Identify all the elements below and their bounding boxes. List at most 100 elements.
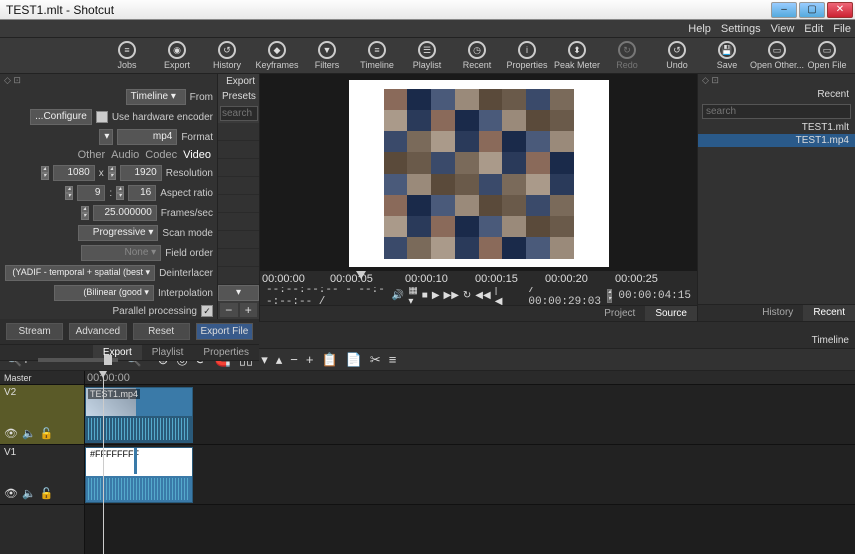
format-expand-icon[interactable] [99, 129, 113, 145]
zoom-slider[interactable] [38, 358, 118, 362]
timeline-button[interactable]: ≡Timeline [355, 40, 399, 71]
res-h-spinner[interactable]: ▴▾ [108, 166, 116, 180]
filters-button[interactable]: ▼Filters [305, 40, 349, 71]
loop-button[interactable]: ↻ [463, 290, 471, 301]
dock-handle-icon[interactable]: ◇ ⊡ [698, 74, 855, 87]
bottom-tab-playlist[interactable]: Playlist [142, 345, 194, 360]
res-w-spinner[interactable]: ▴▾ [41, 166, 49, 180]
menu-icon[interactable]: ≡ [389, 352, 397, 367]
copy-icon[interactable]: 📋 [321, 352, 337, 368]
configure-button[interactable]: ...Configure [30, 109, 92, 125]
eye-icon[interactable]: 👁 [4, 427, 18, 440]
time-ruler[interactable]: 00:00:00 00:00:05 00:00:10 00:00:15 00:0… [260, 271, 697, 286]
recent-button[interactable]: ◷Recent [455, 40, 499, 71]
recent-item[interactable]: TEST1.mp4 [698, 134, 855, 147]
presets-list[interactable] [218, 123, 259, 285]
playlist-button[interactable]: ☰Playlist [405, 40, 449, 71]
position-display[interactable]: 00:00:04:15 [618, 290, 691, 302]
prev-button[interactable]: ◀◀ [475, 290, 490, 301]
player-tab-source[interactable]: Source [645, 306, 697, 321]
deint-dropdown[interactable]: (YADIF - temporal + spatial (best [5, 265, 155, 281]
play-button[interactable]: ▶ [432, 290, 440, 301]
menu-edit[interactable]: Edit [804, 23, 823, 35]
preset-remove-button[interactable]: − [220, 303, 238, 317]
chevron-down-icon[interactable]: ▾ [261, 352, 268, 368]
track-v2[interactable]: TEST1.mp4 [85, 385, 855, 445]
volume-icon[interactable]: 🔊 [392, 290, 404, 301]
bottom-tab-history[interactable]: History [752, 305, 803, 321]
advanced-button[interactable]: Advanced [69, 323, 126, 340]
stream-button[interactable]: Stream [6, 323, 63, 340]
fps-spinner[interactable]: ▴▾ [81, 206, 89, 220]
tab-other[interactable]: Other [78, 149, 106, 161]
bottom-tab-recent[interactable]: Recent [803, 305, 855, 321]
minus-icon[interactable]: − [290, 352, 298, 367]
mute-icon[interactable]: 🔈 [22, 487, 36, 500]
clip[interactable]: TEST1.mp4 [85, 387, 193, 443]
history-button[interactable]: ↺History [205, 40, 249, 71]
preset-add-button[interactable]: + [240, 303, 258, 317]
mute-icon[interactable]: 🔈 [22, 427, 36, 440]
tab-video[interactable]: Video [183, 149, 211, 161]
recent-item[interactable]: TEST1.mlt [698, 121, 855, 134]
redo-button[interactable]: ↻Redo [605, 40, 649, 71]
properties-button[interactable]: iProperties [505, 40, 549, 71]
recent-search-input[interactable] [702, 104, 851, 119]
aspect-a-input[interactable]: 9 [77, 185, 105, 201]
bottom-tab-properties[interactable]: Properties [193, 345, 259, 360]
clip[interactable]: #FFFFFFFF [85, 447, 193, 503]
peakmeter-button[interactable]: ⬍Peak Meter [555, 40, 599, 71]
track-v1[interactable]: #FFFFFFFF [85, 445, 855, 505]
openfile-button[interactable]: ▭Open File [805, 40, 849, 71]
position-spinner[interactable]: ▴▾ [607, 289, 612, 303]
stop-button[interactable]: ■ [422, 290, 428, 301]
interp-dropdown[interactable]: (Bilinear (good [54, 285, 154, 301]
tab-codec[interactable]: Codec [145, 149, 177, 161]
save-button[interactable]: 💾Save [705, 40, 749, 71]
maximize-button[interactable]: ▢ [799, 2, 825, 18]
presets-search-input[interactable] [220, 106, 258, 121]
field-dropdown[interactable]: None [81, 245, 161, 261]
skip-start-button[interactable]: |◀ [495, 285, 503, 307]
tab-audio[interactable]: Audio [111, 149, 139, 161]
close-button[interactable]: ✕ [827, 2, 853, 18]
menu-help[interactable]: Help [688, 23, 711, 35]
res-height-input[interactable]: 1920 [120, 165, 162, 181]
timeline-ruler[interactable]: 00:00:00 [85, 371, 855, 385]
reset-button[interactable]: Reset [133, 323, 190, 340]
aspect-b-input[interactable]: 16 [128, 185, 156, 201]
master-track-header[interactable]: Master [0, 371, 84, 385]
cut-icon[interactable]: ✂ [370, 352, 381, 368]
minimize-button[interactable]: – [771, 2, 797, 18]
menu-view[interactable]: View [771, 23, 795, 35]
lock-icon[interactable]: 🔓 [40, 487, 54, 500]
openother-button[interactable]: ▭Open Other... [755, 40, 799, 71]
undo-button[interactable]: ↺Undo [655, 40, 699, 71]
jobs-button[interactable]: ≡Jobs [105, 40, 149, 71]
eye-icon[interactable]: 👁 [4, 487, 18, 500]
export-file-button[interactable]: Export File [196, 323, 253, 340]
from-dropdown[interactable]: Timeline [126, 89, 186, 105]
fps-input[interactable]: 25.000000 [93, 205, 157, 221]
menu-file[interactable]: File [833, 23, 851, 35]
parallel-checkbox[interactable]: ✓ [201, 305, 213, 317]
track-header-v1[interactable]: V1 👁🔈🔓 [0, 445, 84, 505]
timeline-playhead[interactable] [103, 371, 104, 554]
lock-icon[interactable]: 🔓 [40, 427, 54, 440]
menu-settings[interactable]: Settings [721, 23, 761, 35]
next-frame-button[interactable]: ▶▶ [444, 290, 459, 301]
paste-icon[interactable]: 📄 [346, 352, 362, 368]
presets-expand-icon[interactable] [218, 285, 259, 301]
format-dropdown[interactable]: mp4 [117, 129, 177, 145]
asp-b-spinner[interactable]: ▴▾ [116, 186, 124, 200]
res-width-input[interactable]: 1080 [53, 165, 95, 181]
grid-icon[interactable]: ▦ ▾ [408, 285, 417, 307]
plus-icon[interactable]: + [306, 352, 314, 367]
asp-a-spinner[interactable]: ▴▾ [65, 186, 73, 200]
dock-handle-icon[interactable]: ◇ ⊡ [0, 74, 217, 87]
keyframes-button[interactable]: ◆Keyframes [255, 40, 299, 71]
player-tab-project[interactable]: Project [594, 306, 645, 321]
scan-dropdown[interactable]: Progressive [78, 225, 158, 241]
chevron-up-icon[interactable]: ▴ [276, 352, 283, 368]
hw-encoder-checkbox[interactable] [96, 111, 108, 123]
